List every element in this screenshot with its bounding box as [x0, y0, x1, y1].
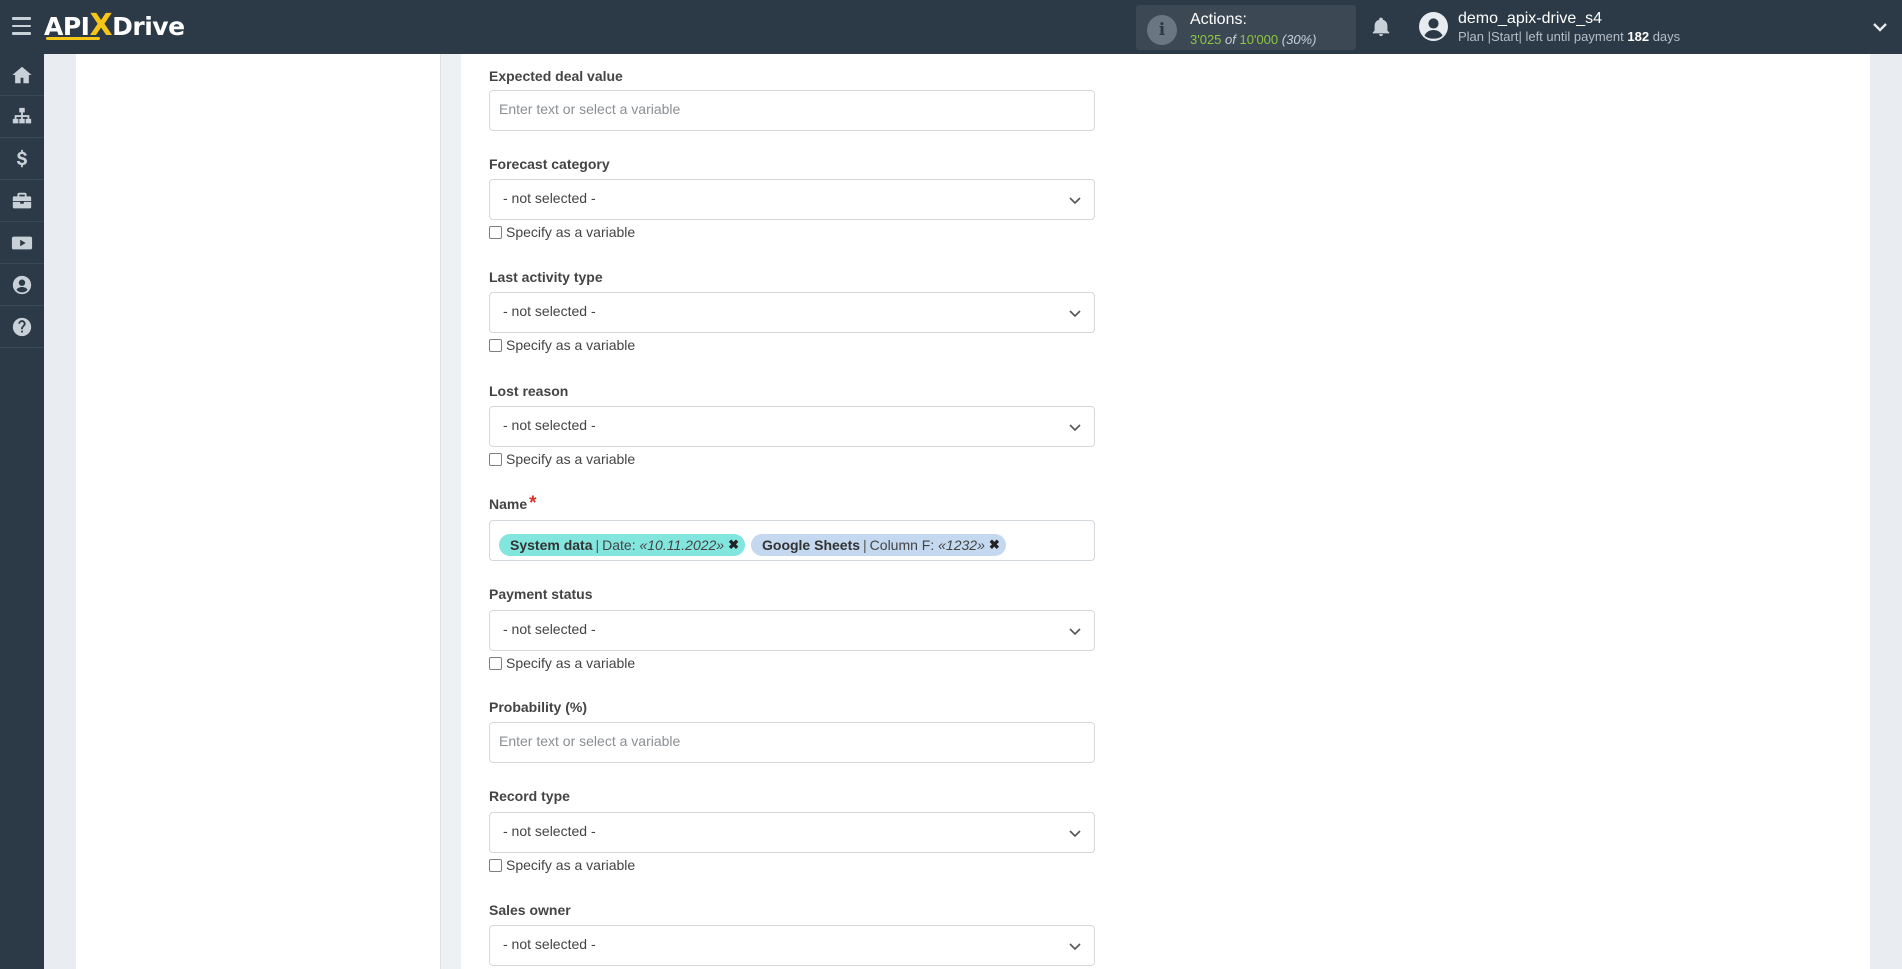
variable-tag-google-sheets[interactable]: Google Sheets | Column F: «1232» ✖	[751, 533, 1006, 556]
select-value: - not selected -	[503, 823, 596, 839]
user-avatar-icon[interactable]	[1419, 12, 1448, 41]
username[interactable]: demo_apix-drive_s4	[1458, 10, 1602, 28]
tag-field: Date:	[602, 536, 636, 553]
expected-deal-value-input[interactable]: Enter text or select a variable	[489, 90, 1095, 131]
select-value: - not selected -	[503, 936, 596, 952]
sidebar	[0, 54, 44, 969]
plan-suffix: days	[1652, 29, 1681, 44]
lost-reason-specify-variable[interactable]: Specify as a variable	[489, 450, 635, 468]
logo-underline	[46, 37, 100, 40]
actions-total: 10'000	[1239, 32, 1279, 47]
tag-source: Google Sheets	[762, 536, 861, 553]
chevron-down-icon	[1069, 197, 1081, 205]
forecast-category-specify-variable[interactable]: Specify as a variable	[489, 223, 635, 241]
checkbox[interactable]	[489, 338, 502, 352]
chevron-down-icon	[1069, 943, 1081, 951]
field-label-name: Name *	[489, 493, 537, 515]
payment-status-select[interactable]: - not selected -	[489, 610, 1095, 651]
tag-value: «1232»	[938, 536, 985, 553]
sales-owner-select[interactable]: - not selected -	[489, 925, 1095, 966]
sidebar-item-connections[interactable]	[0, 96, 44, 138]
field-label-last-activity-type: Last activity type	[489, 269, 603, 285]
user-circle-icon	[12, 275, 32, 294]
plan-days: 182	[1627, 29, 1650, 44]
tag-separator: |	[595, 536, 600, 553]
checkbox-label: Specify as a variable	[506, 451, 636, 467]
record-type-specify-variable[interactable]: Specify as a variable	[489, 856, 635, 874]
last-activity-type-select[interactable]: - not selected -	[489, 292, 1095, 333]
checkbox[interactable]	[489, 452, 502, 466]
required-asterisk: *	[529, 493, 537, 514]
tag-separator: |	[863, 536, 867, 553]
sidebar-item-videos[interactable]	[0, 222, 44, 264]
variable-tag-system-data[interactable]: System data | Date: «10.11.2022» ✖	[499, 533, 745, 556]
menu-icon[interactable]	[12, 17, 31, 35]
lost-reason-select[interactable]: - not selected -	[489, 406, 1095, 447]
youtube-icon	[11, 236, 33, 249]
field-label-sales-owner: Sales owner	[489, 902, 571, 918]
checkbox[interactable]	[489, 656, 502, 670]
field-label-forecast-category: Forecast category	[489, 156, 610, 172]
checkbox[interactable]	[489, 225, 502, 239]
forecast-category-select[interactable]: - not selected -	[489, 179, 1095, 220]
info-icon: i	[1147, 15, 1177, 45]
chevron-down-icon	[1069, 424, 1081, 432]
logo[interactable]: APIXDrive	[44, 8, 185, 44]
sidebar-item-account[interactable]	[0, 264, 44, 306]
tag-value: «10.11.2022»	[639, 536, 725, 553]
actions-of: of	[1225, 32, 1236, 47]
actions-label: Actions:	[1190, 11, 1247, 28]
actions-value: 3'025 of 10'000 (30%)	[1190, 32, 1316, 47]
briefcase-icon	[12, 192, 32, 208]
field-label-record-type: Record type	[489, 788, 570, 804]
question-circle-icon	[12, 317, 32, 336]
record-type-select[interactable]: - not selected -	[489, 812, 1095, 853]
plan-info: Plan |Start| left until payment 182 days	[1458, 29, 1680, 44]
checkbox-label: Specify as a variable	[506, 224, 636, 240]
sidebar-item-home[interactable]	[0, 54, 44, 96]
probability-input[interactable]: Enter text or select a variable	[489, 722, 1095, 763]
remove-tag-icon[interactable]: ✖	[989, 537, 1000, 553]
field-label-payment-status: Payment status	[489, 586, 593, 602]
select-value: - not selected -	[503, 417, 596, 433]
sidebar-item-help[interactable]	[0, 306, 44, 348]
field-label-probability: Probability (%)	[489, 699, 588, 715]
top-bar: APIXDrive i Actions: 3'025 of 10'000 (30…	[0, 0, 1902, 54]
sitemap-icon	[12, 107, 32, 123]
chevron-down-icon	[1069, 830, 1081, 838]
input-placeholder: Enter text or select a variable	[499, 733, 681, 749]
payment-status-specify-variable[interactable]: Specify as a variable	[489, 654, 635, 672]
chevron-down-icon[interactable]	[1872, 20, 1888, 34]
tag-source: System data	[510, 536, 593, 553]
select-value: - not selected -	[503, 303, 596, 319]
bell-icon[interactable]	[1370, 16, 1392, 38]
actions-percent: (30%)	[1281, 32, 1317, 47]
sidebar-item-tools[interactable]	[0, 180, 44, 222]
chevron-down-icon	[1069, 310, 1081, 318]
tag-field: Column F:	[869, 536, 935, 553]
actions-counter[interactable]: i Actions: 3'025 of 10'000 (30%)	[1136, 5, 1356, 50]
input-placeholder: Enter text or select a variable	[499, 101, 681, 117]
name-label-text: Name	[489, 496, 528, 512]
plan-prefix: Plan |Start| left until payment	[1458, 29, 1624, 44]
last-activity-type-specify-variable[interactable]: Specify as a variable	[489, 336, 635, 354]
sidebar-item-billing[interactable]	[0, 138, 44, 180]
checkbox-label: Specify as a variable	[506, 857, 636, 873]
field-label-expected-deal-value: Expected deal value	[489, 68, 623, 84]
field-label-lost-reason: Lost reason	[489, 383, 569, 399]
name-input[interactable]: System data | Date: «10.11.2022» ✖ Googl…	[489, 520, 1095, 561]
remove-tag-icon[interactable]: ✖	[728, 537, 739, 553]
checkbox-label: Specify as a variable	[506, 655, 636, 671]
checkbox-label: Specify as a variable	[506, 337, 636, 353]
checkbox[interactable]	[489, 858, 502, 872]
select-value: - not selected -	[503, 621, 596, 637]
logo-drive-text: Drive	[112, 12, 185, 41]
actions-used: 3'025	[1190, 32, 1222, 47]
dollar-icon	[16, 149, 27, 167]
column-divider	[440, 54, 461, 969]
select-value: - not selected -	[503, 190, 596, 206]
home-icon	[12, 66, 32, 83]
chevron-down-icon	[1069, 628, 1081, 636]
